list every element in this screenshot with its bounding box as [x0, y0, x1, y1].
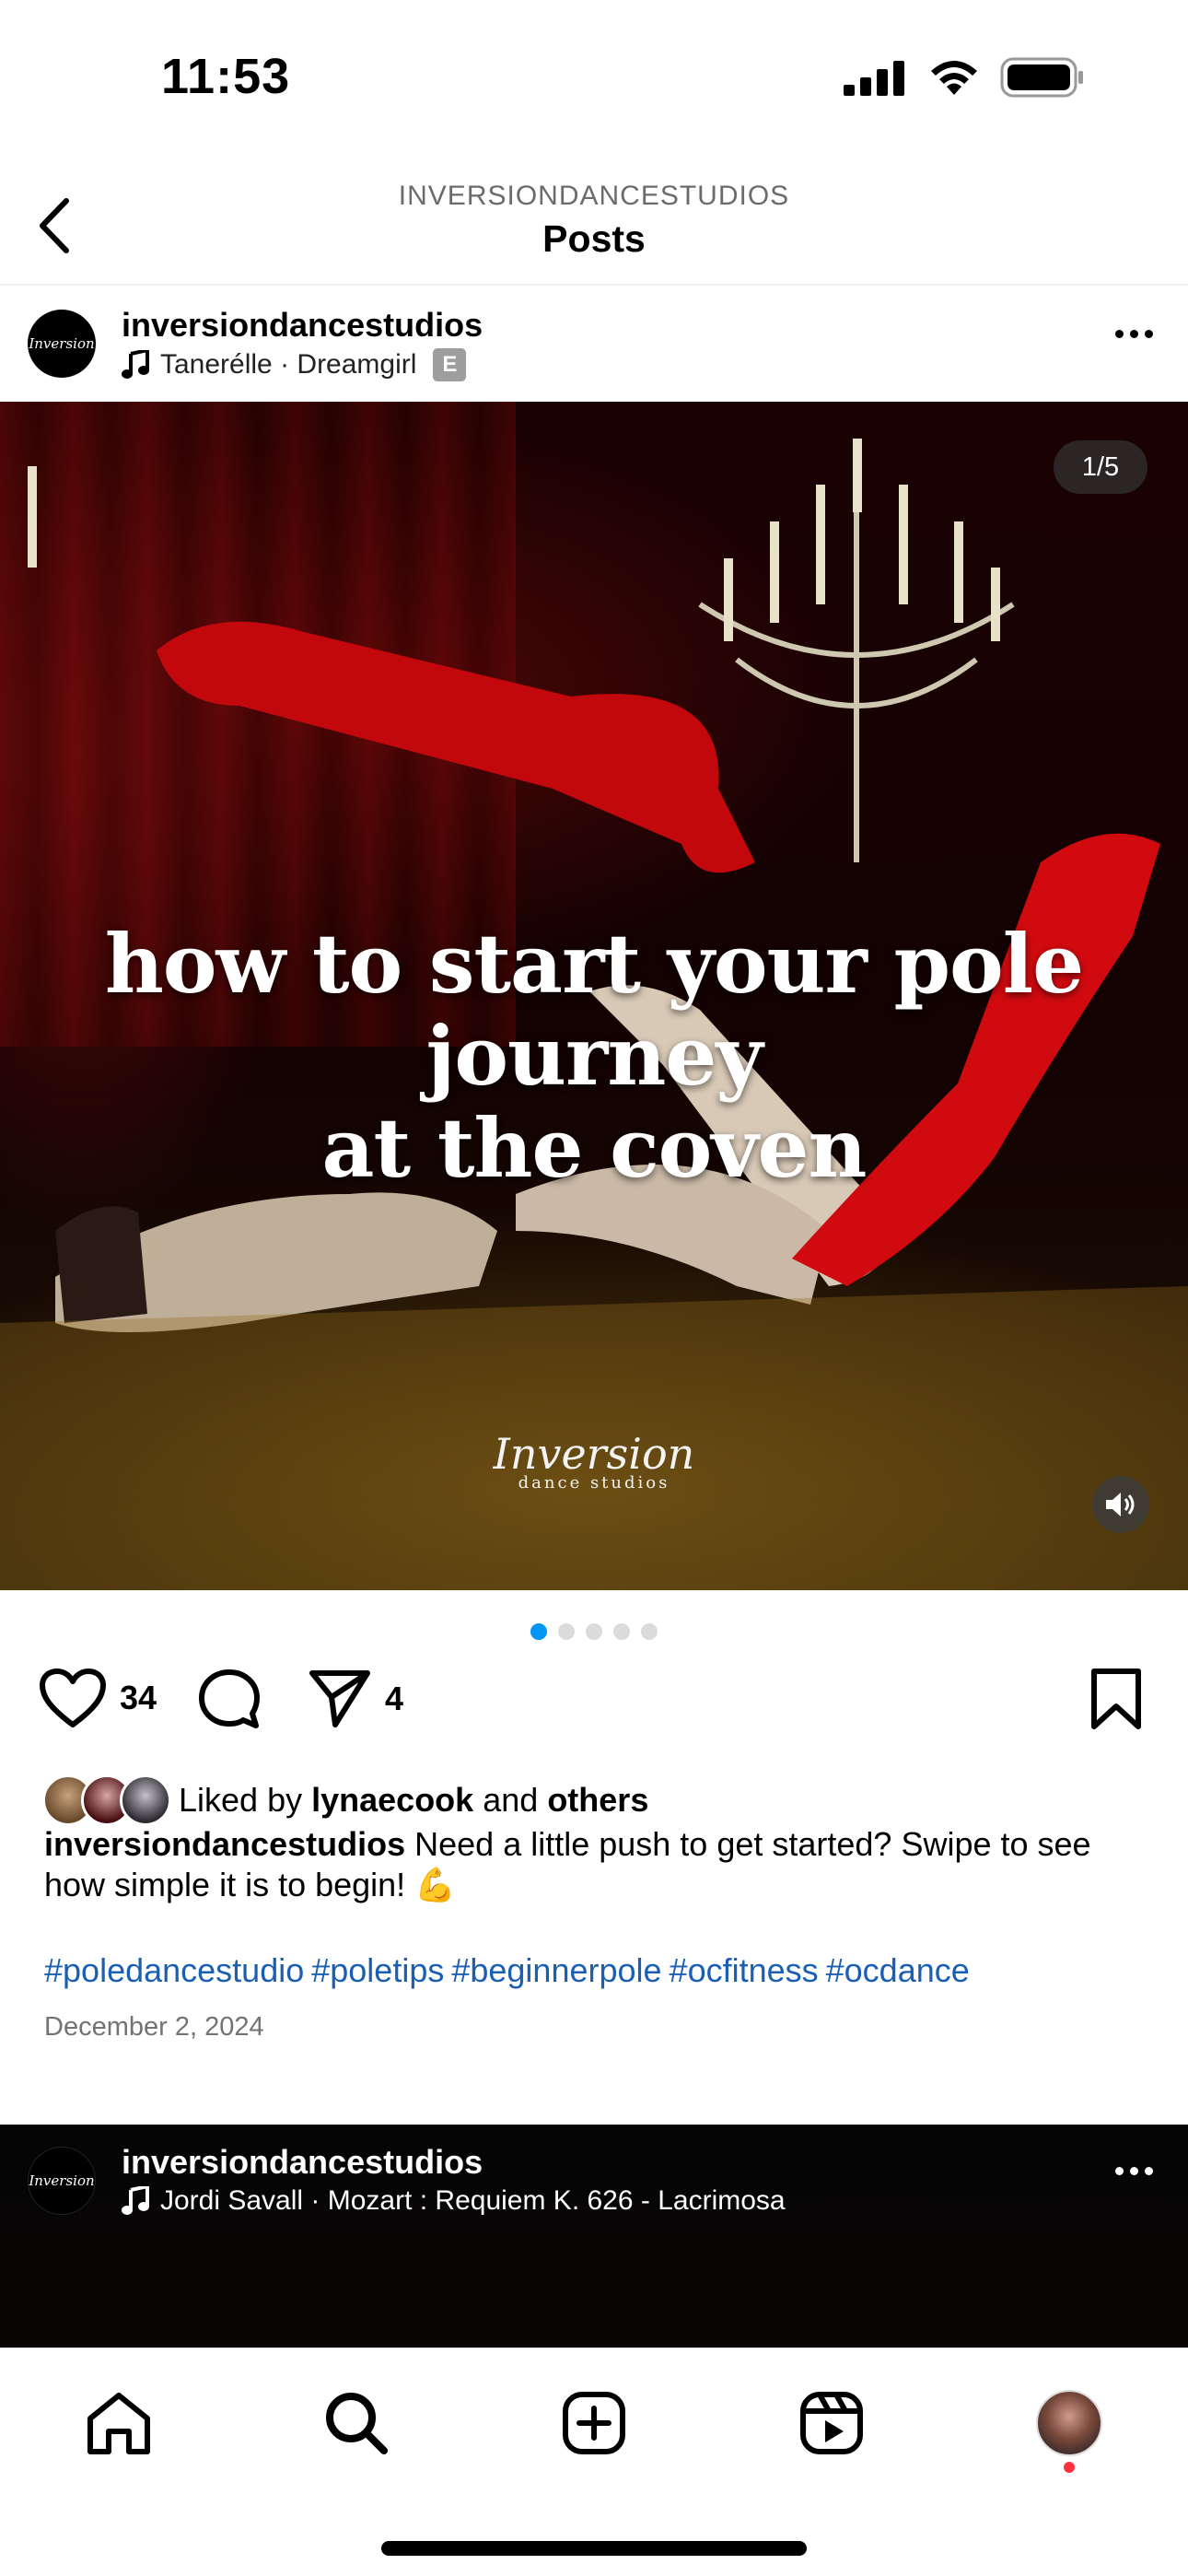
mute-button[interactable] — [1092, 1476, 1149, 1533]
like-count: 34 — [120, 1679, 157, 1716]
share-action[interactable]: 4 — [308, 1668, 403, 1730]
carousel-dots — [0, 1623, 1188, 1640]
overlay-text: how to start your pole journey at the co… — [0, 918, 1188, 1194]
overlay-line-2: at the coven — [321, 1100, 868, 1196]
reels-icon — [800, 2392, 863, 2454]
avatar[interactable]: Inversion — [28, 310, 96, 378]
new-post-icon — [563, 2392, 625, 2454]
next-post[interactable]: Inversion inversiondancestudios Jordi Sa… — [0, 2125, 1188, 2348]
media-counter: 1/5 — [1054, 440, 1147, 494]
nav-header: INVERSIONDANCESTUDIOS Posts — [0, 157, 1188, 286]
carousel-dot — [586, 1623, 602, 1640]
home-icon — [87, 2393, 150, 2454]
carousel-dot — [641, 1623, 658, 1640]
hashtags: #poledancestudio #poletips #beginnerpole #o… — [44, 1951, 1159, 1990]
heart-icon[interactable] — [39, 1668, 107, 1728]
wifi-icon — [931, 61, 977, 95]
share-count: 4 — [385, 1680, 404, 1717]
save-action[interactable] — [1089, 1668, 1144, 1730]
next-post-username[interactable]: inversiondancestudios — [122, 2143, 483, 2182]
notification-dot — [1064, 2462, 1075, 2473]
hashtag-link[interactable]: #ocfitness — [670, 1951, 819, 1989]
page-title: Posts — [542, 217, 646, 260]
tab-reels[interactable] — [790, 2382, 873, 2465]
hashtag-link[interactable]: #beginnerpole — [451, 1951, 661, 1989]
hashtag-link[interactable]: #ocdance — [826, 1951, 970, 1989]
overlay-line-1: how to start your pole journey — [104, 916, 1084, 1104]
next-post-audio-label: Jordi Savall · Mozart : Requiem K. 626 -… — [160, 2185, 786, 2216]
speaker-icon — [1106, 1493, 1135, 1516]
liked-avatars — [42, 1774, 171, 1826]
next-post-avatar[interactable]: Inversion — [28, 2147, 96, 2215]
hashtag-link[interactable]: #poledancestudio — [44, 1951, 304, 1989]
studio-watermark: Inversion dance studios — [0, 1433, 1188, 1493]
avatar-logo-text: Inversion — [29, 335, 95, 352]
post-date: December 2, 2024 — [44, 2012, 264, 2042]
comment-action[interactable] — [197, 1668, 262, 1732]
post-media[interactable]: 1/5 how to start your pole journey at th… — [0, 402, 1188, 1590]
carousel-dot — [558, 1623, 575, 1640]
hashtag-link[interactable]: #poletips — [311, 1951, 444, 1989]
home-indicator[interactable] — [381, 2541, 807, 2556]
search-icon — [326, 2393, 388, 2454]
music-note-icon — [122, 2186, 149, 2215]
post-caption: inversiondancestudios Need a little push… — [44, 1824, 1159, 1905]
caption-username[interactable]: inversiondancestudios — [44, 1825, 405, 1863]
tab-search[interactable] — [315, 2382, 398, 2465]
post-header: Inversion inversiondancestudios Taneréll… — [0, 287, 1188, 402]
cellular-signal-icon — [844, 61, 904, 96]
audio-label: Tanerélle · Dreamgirl — [160, 349, 417, 380]
next-post-more-button[interactable] — [1115, 2167, 1153, 2175]
more-options-button[interactable] — [1115, 330, 1153, 338]
carousel-dot — [530, 1623, 547, 1640]
liked-by-joiner: and — [483, 1781, 539, 1819]
liked-by-others[interactable]: others — [547, 1781, 648, 1819]
tab-new-post[interactable] — [553, 2382, 635, 2465]
status-bar: 11:53 — [0, 0, 1188, 157]
like-action[interactable]: 34 — [39, 1668, 157, 1728]
next-post-audio[interactable]: Jordi Savall · Mozart : Requiem K. 626 -… — [122, 2185, 786, 2217]
music-note-icon — [122, 350, 149, 379]
battery-icon — [1000, 57, 1083, 98]
status-icons — [844, 57, 1085, 98]
liked-avatar-3 — [120, 1774, 171, 1826]
send-icon[interactable] — [308, 1668, 372, 1730]
tab-profile[interactable] — [1028, 2382, 1111, 2465]
next-post-header: Inversion inversiondancestudios Jordi Sa… — [0, 2125, 1188, 2239]
liked-by-user[interactable]: lynaecook — [311, 1781, 473, 1819]
status-time: 11:53 — [161, 49, 291, 104]
explicit-badge: E — [433, 348, 467, 381]
profile-avatar — [1036, 2390, 1102, 2456]
account-label: INVERSIONDANCESTUDIOS — [398, 181, 790, 211]
next-post-avatar-text: Inversion — [29, 2172, 95, 2189]
watermark-subtext: dance studios — [518, 1473, 670, 1493]
tab-home[interactable] — [77, 2382, 160, 2465]
post-audio[interactable]: Tanerélle · Dreamgirl E — [122, 348, 467, 381]
liked-by-text: Liked by lynaecook and others — [179, 1781, 648, 1820]
post-actions: 34 4 — [0, 1668, 1188, 1747]
liked-by-prefix: Liked by — [179, 1781, 303, 1819]
bookmark-icon[interactable] — [1089, 1668, 1144, 1730]
liked-by-row[interactable]: Liked by lynaecook and others — [42, 1773, 648, 1828]
watermark-text: Inversion — [493, 1429, 695, 1479]
carousel-dot — [613, 1623, 630, 1640]
comment-icon[interactable] — [197, 1668, 262, 1732]
post-username[interactable]: inversiondancestudios — [122, 306, 483, 345]
